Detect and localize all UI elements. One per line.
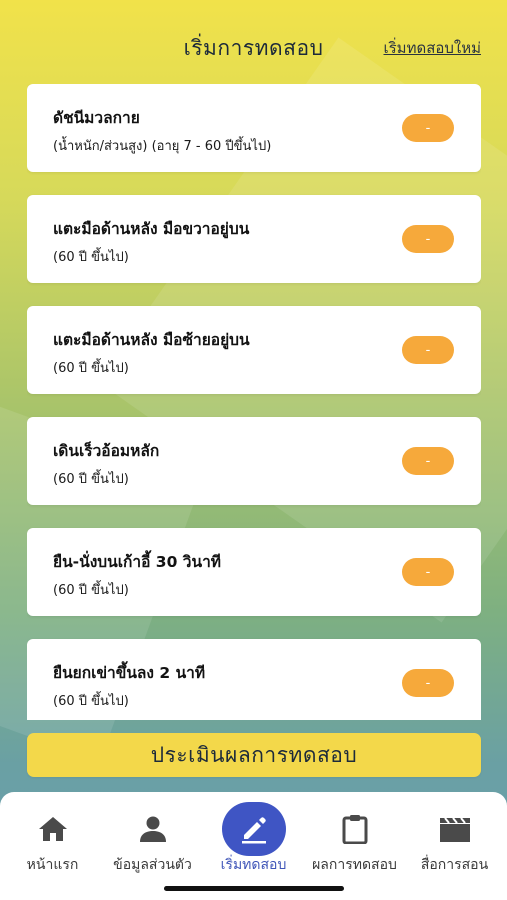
restart-test-link[interactable]: เริ่มทดสอบใหม่ <box>384 36 482 60</box>
person-icon <box>136 814 170 844</box>
test-result-badge: - <box>402 225 454 253</box>
test-result-badge: - <box>402 336 454 364</box>
test-subtitle: (60 ปี ขึ้นไป) <box>53 694 129 709</box>
test-result-badge: - <box>402 447 454 475</box>
test-result-badge: - <box>402 558 454 586</box>
tab-label: สื่อการสอน <box>420 857 489 873</box>
test-subtitle: (60 ปี ขึ้นไป) <box>53 472 129 487</box>
bottom-tab-bar: หน้าแรก ข้อมูลส่วนตัว เริ่มทดสอบ ผลการทด… <box>0 792 507 900</box>
test-card-back-scratch-right[interactable]: แตะมือด้านหลัง มือขวาอยู่บน (60 ปี ขึ้นไ… <box>27 195 481 283</box>
active-tab-indicator <box>221 802 286 856</box>
clipboard-icon <box>338 814 372 844</box>
tab-profile[interactable]: ข้อมูลส่วนตัว <box>102 792 203 888</box>
home-icon <box>36 814 70 844</box>
test-list[interactable]: ดัชนีมวลกาย (น้ำหนัก/ส่วนสูง) (อายุ 7 - … <box>27 84 481 720</box>
test-title: แตะมือด้านหลัง มือขวาอยู่บน <box>53 220 250 238</box>
tab-results[interactable]: ผลการทดสอบ <box>304 792 405 888</box>
test-subtitle: (60 ปี ขึ้นไป) <box>53 250 129 265</box>
pencil-icon <box>241 817 266 844</box>
test-subtitle: (60 ปี ขึ้นไป) <box>53 361 129 376</box>
header: เริ่มการทดสอบ เริ่มทดสอบใหม่ <box>0 0 507 84</box>
tab-media[interactable]: สื่อการสอน <box>404 792 505 888</box>
tab-home[interactable]: หน้าแรก <box>2 792 103 888</box>
test-card-bmi[interactable]: ดัชนีมวลกาย (น้ำหนัก/ส่วนสูง) (อายุ 7 - … <box>27 84 481 172</box>
test-card-step-in-place[interactable]: ยืนยกเข่าขึ้นลง 2 นาที (60 ปี ขึ้นไป) - <box>27 639 481 720</box>
test-title: ดัชนีมวลกาย <box>53 109 140 127</box>
test-result-badge: - <box>402 669 454 697</box>
test-title: ยืน-นั่งบนเก้าอี้ 30 วินาที <box>53 553 221 571</box>
clapperboard-icon <box>438 814 472 844</box>
tab-start-test[interactable]: เริ่มทดสอบ <box>203 792 304 888</box>
evaluate-results-button[interactable]: ประเมินผลการทดสอบ <box>27 733 481 777</box>
test-card-walk-around[interactable]: เดินเร็วอ้อมหลัก (60 ปี ขึ้นไป) - <box>27 417 481 505</box>
test-title: ยืนยกเข่าขึ้นลง 2 นาที <box>53 664 206 682</box>
test-subtitle: (60 ปี ขึ้นไป) <box>53 583 129 598</box>
test-result-badge: - <box>402 114 454 142</box>
test-title: แตะมือด้านหลัง มือซ้ายอยู่บน <box>53 331 250 349</box>
test-card-chair-stand[interactable]: ยืน-นั่งบนเก้าอี้ 30 วินาที (60 ปี ขึ้นไ… <box>27 528 481 616</box>
home-indicator <box>164 886 344 891</box>
test-title: เดินเร็วอ้อมหลัก <box>53 442 160 460</box>
test-card-back-scratch-left[interactable]: แตะมือด้านหลัง มือซ้ายอยู่บน (60 ปี ขึ้น… <box>27 306 481 394</box>
test-subtitle: (น้ำหนัก/ส่วนสูง) (อายุ 7 - 60 ปีขึ้นไป) <box>53 139 272 154</box>
